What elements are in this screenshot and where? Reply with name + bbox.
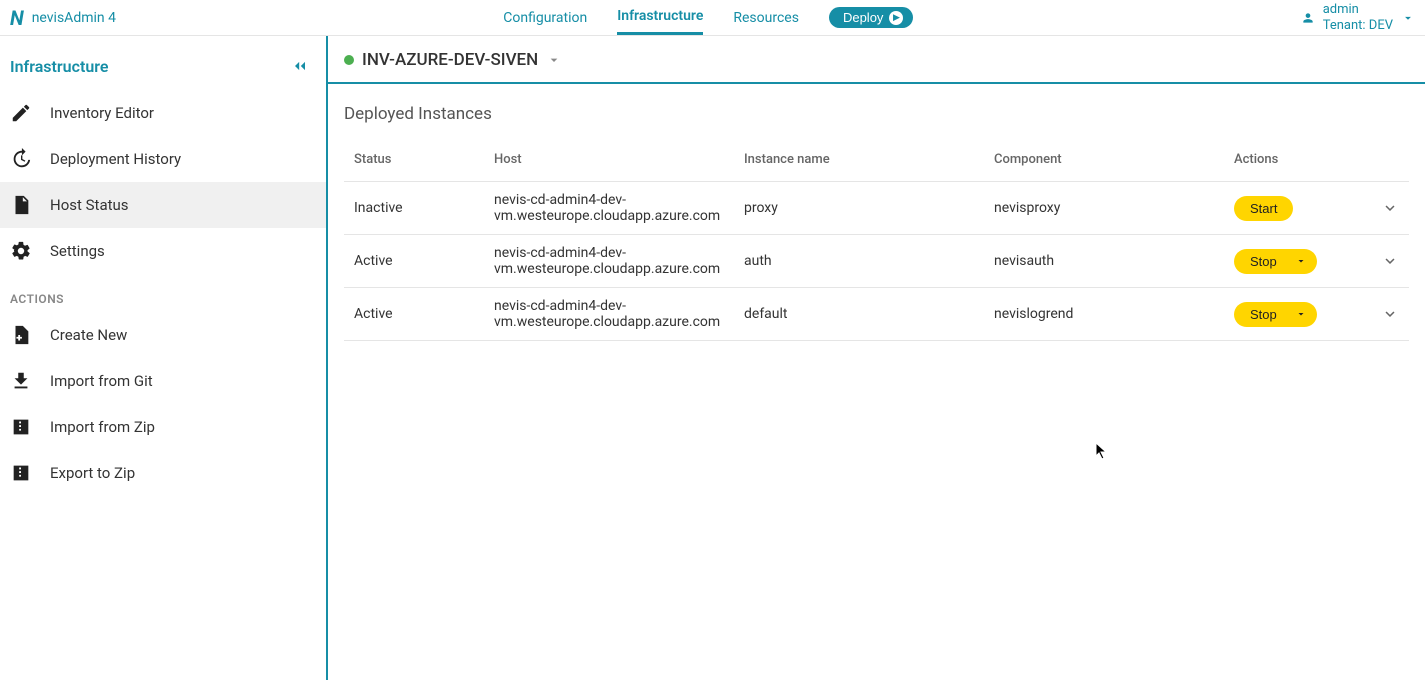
- cell-component: nevislogrend: [984, 288, 1224, 341]
- play-icon: ▶: [889, 11, 903, 25]
- sidebar: Infrastructure Inventory Editor Deployme…: [0, 36, 328, 680]
- gear-icon: [10, 240, 32, 262]
- action-label: Start: [1250, 201, 1277, 216]
- user-icon: [1301, 11, 1315, 25]
- sidebar-item-label: Host Status: [50, 196, 129, 214]
- cell-instance: default: [734, 288, 984, 341]
- action-label: Stop: [1250, 307, 1277, 322]
- nav-resources[interactable]: Resources: [733, 2, 799, 34]
- collapse-sidebar-icon[interactable]: [290, 56, 310, 76]
- cell-status: Active: [344, 235, 484, 288]
- action-label: Create New: [50, 326, 127, 344]
- tenant-label: Tenant: DEV: [1323, 18, 1393, 34]
- cell-component: nevisproxy: [984, 182, 1224, 235]
- nav-configuration[interactable]: Configuration: [503, 2, 587, 34]
- table-row: Inactive nevis-cd-admin4-dev-vm.westeuro…: [344, 182, 1409, 235]
- table-row: Active nevis-cd-admin4-dev-vm.westeurope…: [344, 288, 1409, 341]
- sidebar-item-label: Deployment History: [50, 150, 181, 168]
- deploy-label: Deploy: [843, 10, 883, 25]
- caret-down-icon: [546, 52, 562, 68]
- status-dot-icon: [344, 55, 354, 65]
- cell-instance: proxy: [734, 182, 984, 235]
- action-start-button[interactable]: Start: [1234, 196, 1293, 221]
- col-status: Status: [344, 138, 484, 182]
- user-info: admin Tenant: DEV: [1323, 2, 1393, 33]
- sidebar-item-inventory-editor[interactable]: Inventory Editor: [0, 90, 326, 136]
- header-left: N nevisAdmin 4: [10, 6, 116, 30]
- cell-status: Inactive: [344, 182, 484, 235]
- cell-actions: Stop: [1224, 288, 1409, 341]
- cell-actions: Start: [1224, 182, 1409, 235]
- section-title: Deployed Instances: [328, 84, 1425, 138]
- action-import-zip[interactable]: Import from Zip: [0, 404, 326, 450]
- file-plus-icon: [10, 324, 32, 346]
- user-menu[interactable]: admin Tenant: DEV: [1301, 2, 1415, 33]
- col-component: Component: [984, 138, 1224, 182]
- instances-table: Status Host Instance name Component Acti…: [344, 138, 1409, 341]
- app-name: nevisAdmin 4: [32, 10, 116, 26]
- action-create-new[interactable]: Create New: [0, 312, 326, 358]
- deploy-button[interactable]: Deploy ▶: [829, 7, 913, 28]
- caret-down-icon: [1401, 11, 1415, 25]
- sidebar-item-label: Settings: [50, 242, 105, 260]
- sidebar-header: Infrastructure: [0, 50, 326, 90]
- user-name: admin: [1323, 2, 1359, 18]
- col-instance: Instance name: [734, 138, 984, 182]
- actions-section-label: ACTIONS: [0, 274, 326, 312]
- nav: Configuration Infrastructure Resources D…: [503, 0, 913, 35]
- action-export-zip[interactable]: Export to Zip: [0, 450, 326, 496]
- table-row: Active nevis-cd-admin4-dev-vm.westeurope…: [344, 235, 1409, 288]
- logo-icon: N: [10, 6, 24, 30]
- sidebar-item-settings[interactable]: Settings: [0, 228, 326, 274]
- main: INV-AZURE-DEV-SIVEN Deployed Instances S…: [328, 36, 1425, 680]
- zip-in-icon: [10, 416, 32, 438]
- download-icon: [10, 370, 32, 392]
- caret-down-icon: [1295, 308, 1307, 320]
- zip-out-icon: [10, 462, 32, 484]
- action-label: Import from Zip: [50, 418, 155, 436]
- inventory-selector[interactable]: INV-AZURE-DEV-SIVEN: [328, 36, 1425, 84]
- cell-host: nevis-cd-admin4-dev-vm.westeurope.clouda…: [484, 288, 734, 341]
- chevron-down-icon[interactable]: [1381, 199, 1399, 217]
- cell-actions: Stop: [1224, 235, 1409, 288]
- action-import-git[interactable]: Import from Git: [0, 358, 326, 404]
- action-stop-button[interactable]: Stop: [1234, 302, 1317, 327]
- chevron-down-icon[interactable]: [1381, 252, 1399, 270]
- action-label: Import from Git: [50, 372, 153, 390]
- sidebar-item-label: Inventory Editor: [50, 104, 154, 122]
- chevron-down-icon[interactable]: [1381, 305, 1399, 323]
- pencil-icon: [10, 102, 32, 124]
- sidebar-item-host-status[interactable]: Host Status: [0, 182, 326, 228]
- file-icon: [10, 194, 32, 216]
- col-actions: Actions: [1224, 138, 1409, 182]
- sidebar-item-deployment-history[interactable]: Deployment History: [0, 136, 326, 182]
- history-icon: [10, 148, 32, 170]
- top-header: N nevisAdmin 4 Configuration Infrastruct…: [0, 0, 1425, 36]
- caret-down-icon: [1295, 255, 1307, 267]
- cell-host: nevis-cd-admin4-dev-vm.westeurope.clouda…: [484, 235, 734, 288]
- cell-component: nevisauth: [984, 235, 1224, 288]
- action-label: Export to Zip: [50, 464, 135, 482]
- cell-host: nevis-cd-admin4-dev-vm.westeurope.clouda…: [484, 182, 734, 235]
- cell-instance: auth: [734, 235, 984, 288]
- col-host: Host: [484, 138, 734, 182]
- inventory-name: INV-AZURE-DEV-SIVEN: [362, 50, 538, 70]
- action-label: Stop: [1250, 254, 1277, 269]
- nav-infrastructure[interactable]: Infrastructure: [617, 0, 703, 35]
- action-stop-button[interactable]: Stop: [1234, 249, 1317, 274]
- cell-status: Active: [344, 288, 484, 341]
- sidebar-title: Infrastructure: [10, 57, 108, 76]
